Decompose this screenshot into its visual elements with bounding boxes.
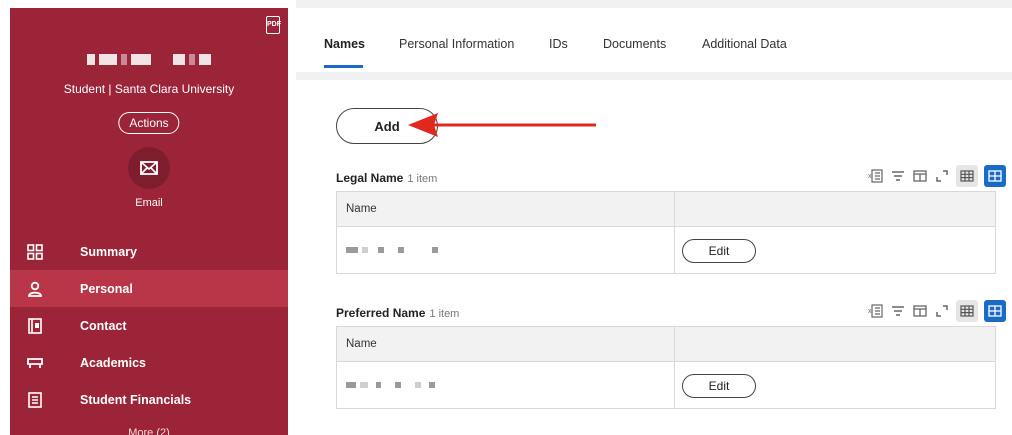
sidebar-item-academics[interactable]: Academics: [10, 344, 288, 381]
column-header-name: Name: [337, 192, 675, 226]
active-tab-indicator: [324, 65, 363, 68]
legal-name-toolbar: x: [868, 165, 1006, 187]
profile-sidebar: PDF Student | Santa Clara University Act…: [10, 8, 288, 435]
expand-icon[interactable]: [934, 168, 950, 184]
edit-legal-name-button[interactable]: Edit: [682, 239, 756, 263]
svg-text:x: x: [868, 173, 872, 180]
table-header: Name: [337, 327, 995, 362]
table-view-icon[interactable]: [956, 165, 978, 187]
svg-text:x: x: [868, 308, 872, 315]
more-link[interactable]: More (2): [10, 427, 288, 435]
sidebar-item-label: Personal: [80, 281, 133, 296]
column-header-name: Name: [337, 327, 675, 361]
filter-icon[interactable]: [890, 168, 906, 184]
annotation-arrow: [408, 113, 596, 137]
column-layout-icon[interactable]: [912, 168, 928, 184]
sidebar-item-label: Contact: [80, 318, 127, 333]
person-icon: [26, 280, 44, 298]
sidebar-nav: Summary Personal Contact Academics Stude…: [10, 233, 288, 418]
top-strip: [296, 0, 1012, 8]
item-count: 1 item: [429, 308, 460, 320]
redacted-legal-name: [337, 227, 675, 273]
section-title: Legal Name: [336, 171, 404, 185]
preferred-name-toolbar: x: [868, 300, 1006, 322]
grid-view-icon[interactable]: [984, 165, 1006, 187]
tab-additional-data[interactable]: Additional Data: [702, 37, 787, 51]
sidebar-item-label: Academics: [80, 355, 147, 370]
export-excel-icon[interactable]: x: [868, 303, 884, 319]
table-view-icon[interactable]: [956, 300, 978, 322]
pdf-icon[interactable]: PDF: [266, 16, 281, 34]
item-count: 1 item: [407, 173, 438, 185]
preferred-name-heading: Preferred Name 1 item: [336, 306, 459, 320]
profile-subtitle: Student | Santa Clara University: [63, 82, 235, 96]
sidebar-item-personal[interactable]: Personal: [10, 270, 288, 307]
email-button[interactable]: [128, 147, 170, 189]
tab-personal-information[interactable]: Personal Information: [399, 37, 514, 51]
graduation-cap-icon: [26, 354, 44, 372]
tab-names[interactable]: Names: [324, 37, 365, 51]
section-title: Preferred Name: [336, 306, 426, 320]
grid-view-icon[interactable]: [984, 300, 1006, 322]
sidebar-item-contact[interactable]: Contact: [10, 307, 288, 344]
table-row: Edit: [337, 227, 995, 273]
legal-name-table: Name Edit: [336, 191, 996, 274]
actions-button[interactable]: Actions: [118, 112, 180, 134]
contact-card-icon: [26, 317, 44, 335]
tab-documents[interactable]: Documents: [603, 37, 666, 51]
sidebar-item-summary[interactable]: Summary: [10, 233, 288, 270]
table-row: Edit: [337, 362, 995, 408]
table-header: Name: [337, 192, 995, 227]
filter-icon[interactable]: [890, 303, 906, 319]
tab-bar: Names Personal Information IDs Documents…: [306, 8, 1012, 72]
tab-divider: [296, 72, 1012, 80]
sidebar-item-student-financials[interactable]: Student Financials: [10, 381, 288, 418]
email-label: Email: [135, 197, 163, 209]
sidebar-item-label: Student Financials: [80, 392, 192, 407]
summary-grid-icon: [26, 243, 44, 261]
legal-name-heading: Legal Name 1 item: [336, 171, 437, 185]
preferred-name-table: Name Edit: [336, 326, 996, 409]
redacted-user-name: [10, 54, 288, 65]
column-layout-icon[interactable]: [912, 303, 928, 319]
expand-icon[interactable]: [934, 303, 950, 319]
envelope-icon: [140, 161, 158, 175]
sidebar-item-label: Summary: [80, 244, 137, 259]
ledger-icon: [26, 391, 44, 409]
tab-ids[interactable]: IDs: [549, 37, 568, 51]
export-excel-icon[interactable]: x: [868, 168, 884, 184]
redacted-preferred-name: [337, 362, 675, 408]
edit-preferred-name-button[interactable]: Edit: [682, 374, 756, 398]
